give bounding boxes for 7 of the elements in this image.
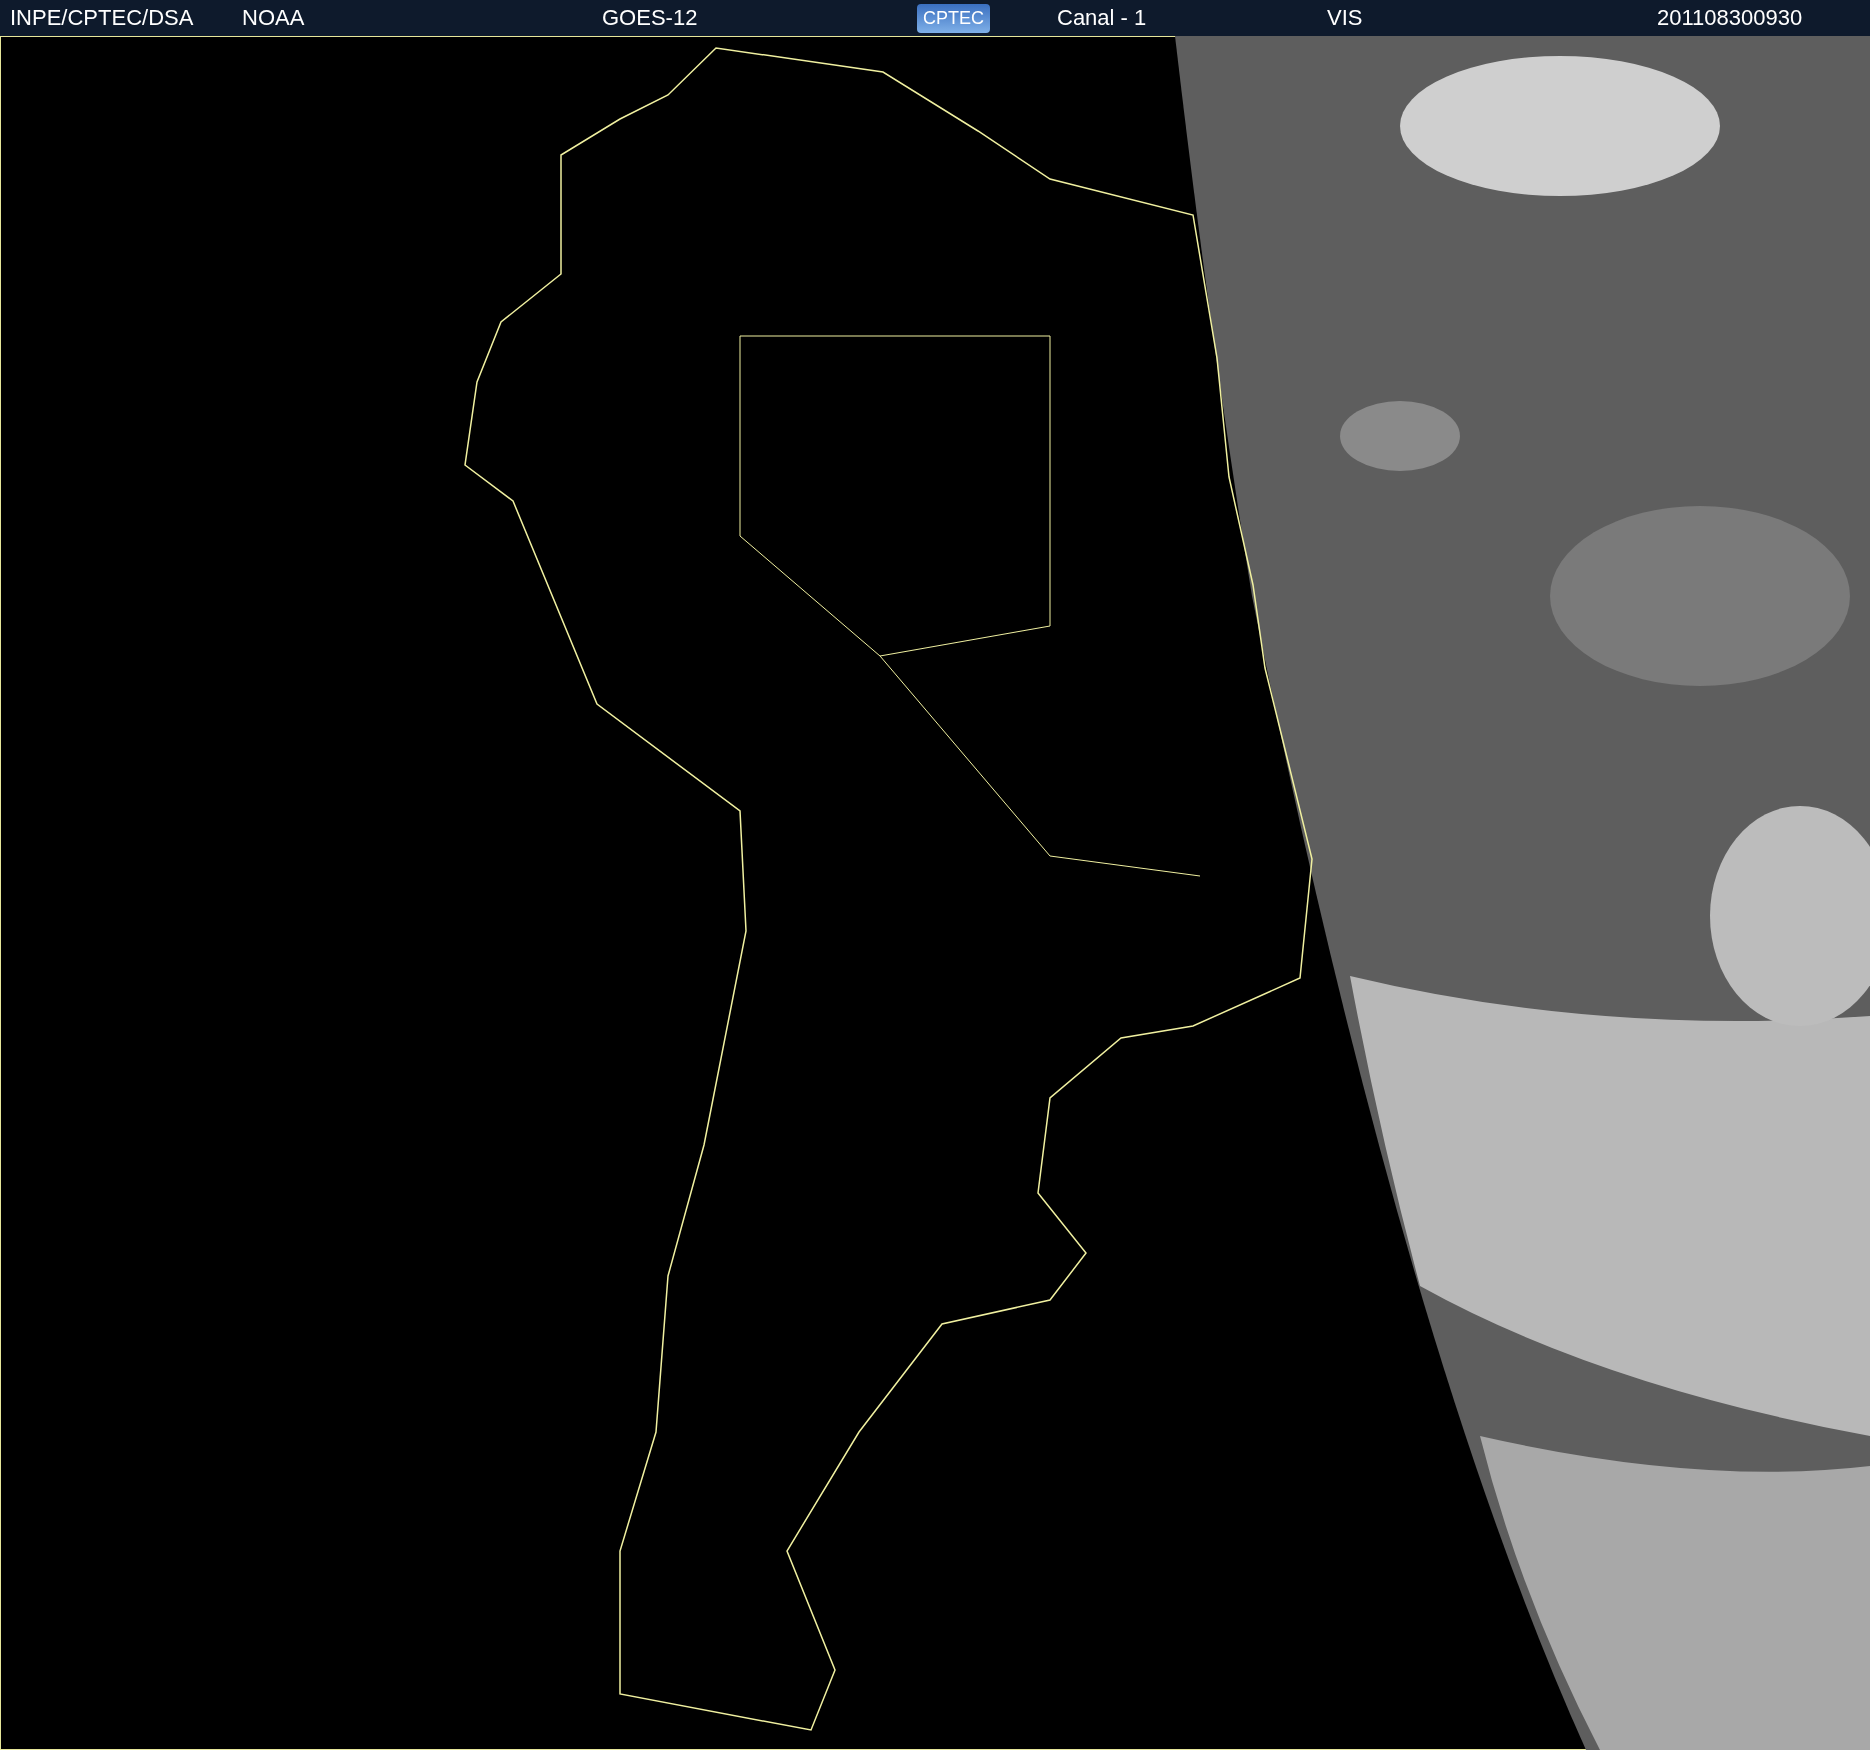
logo: CPTEC	[917, 3, 990, 33]
header-label: INPE/CPTEC/DSA	[10, 5, 194, 31]
header-label: GOES-12	[602, 5, 698, 31]
header-label: VIS	[1327, 5, 1363, 31]
header-label: Canal - 1	[1057, 5, 1147, 31]
header-label: NOAA	[242, 5, 305, 31]
header-label: 201108300930	[1657, 5, 1803, 31]
